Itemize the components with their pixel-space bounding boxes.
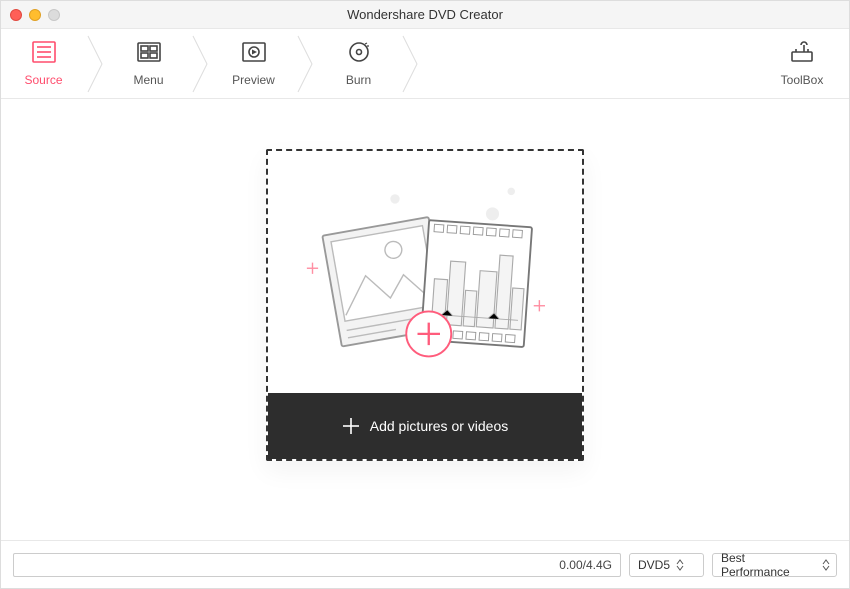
preview-icon — [240, 40, 268, 69]
quality-value: Best Performance — [721, 551, 816, 579]
step-source[interactable]: Source — [1, 29, 86, 98]
stepper-icon — [676, 559, 684, 571]
maximize-icon[interactable] — [48, 9, 60, 21]
step-preview[interactable]: Preview — [211, 29, 296, 98]
step-menu[interactable]: Menu — [106, 29, 191, 98]
step-divider — [86, 29, 106, 99]
window-title: Wondershare DVD Creator — [1, 7, 849, 22]
source-icon — [30, 40, 58, 69]
step-divider — [191, 29, 211, 99]
menu-icon — [135, 40, 163, 69]
step-menu-label: Menu — [133, 73, 163, 87]
bottom-bar: 0.00/4.4G DVD5 Best Performance — [1, 540, 849, 588]
step-divider — [296, 29, 316, 99]
toolbox-label: ToolBox — [781, 73, 824, 87]
disc-type-select[interactable]: DVD5 — [629, 553, 704, 577]
plus-icon — [342, 417, 360, 435]
add-media-label: Add pictures or videos — [370, 418, 509, 434]
close-icon[interactable] — [10, 9, 22, 21]
step-preview-label: Preview — [232, 73, 275, 87]
burn-icon — [345, 40, 373, 69]
toolbox-button[interactable]: ToolBox — [767, 29, 837, 98]
titlebar: Wondershare DVD Creator — [1, 1, 849, 29]
stepper-icon — [822, 559, 830, 571]
toolbar: Source Menu Preview — [1, 29, 849, 99]
window-controls — [10, 9, 60, 21]
capacity-field: 0.00/4.4G — [13, 553, 621, 577]
step-source-label: Source — [24, 73, 62, 87]
dropzone[interactable]: Add pictures or videos — [266, 149, 584, 461]
main-area: Add pictures or videos — [1, 99, 849, 540]
step-burn-label: Burn — [346, 73, 371, 87]
quality-select[interactable]: Best Performance — [712, 553, 837, 577]
step-divider — [401, 29, 421, 99]
step-burn[interactable]: Burn — [316, 29, 401, 98]
dropzone-illustration — [268, 151, 582, 393]
capacity-text: 0.00/4.4G — [559, 558, 612, 572]
add-media-button[interactable]: Add pictures or videos — [268, 393, 582, 459]
disc-type-value: DVD5 — [638, 558, 670, 572]
toolbox-icon — [788, 40, 816, 69]
minimize-icon[interactable] — [29, 9, 41, 21]
